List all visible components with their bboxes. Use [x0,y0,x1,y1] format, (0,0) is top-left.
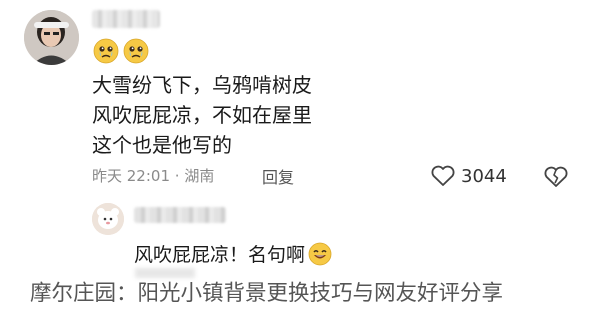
comment-meta: 昨天 22:01 · 湖南 [92,165,214,186]
reply-content: 风吹屁屁凉！名句啊 [134,244,306,266]
grinning-emoji-icon [308,242,332,265]
comment-line: 大雪纷飞下，乌鸦啃树皮 [92,73,312,97]
reply-text: 风吹屁屁凉！名句啊 [134,240,332,267]
commenter-avatar-image [24,10,79,65]
replier-avatar-image [92,203,124,235]
comment-line: 这个也是他写的 [92,133,232,157]
comment-line: 风吹屁屁凉，不如在屋里 [92,103,312,127]
comment-text: 大雪纷飞下，乌鸦啃树皮 风吹屁屁凉，不如在屋里 这个也是他写的 [92,70,312,160]
watermark-caption: 摩尔庄园：阳光小镇背景更换技巧与网友好评分享 [30,281,504,306]
comment-location: 湖南 [184,167,215,185]
like-count: 3044 [461,165,507,187]
reply-button[interactable]: 回复 [262,164,294,188]
username-blurred[interactable] [92,10,160,28]
commenter-avatar[interactable] [24,10,79,65]
crying-emoji-icon [93,38,119,64]
comment-timestamp: 昨天 22:01 [92,167,170,185]
replier-name-blurred[interactable] [134,207,226,223]
like-button[interactable]: 3044 [430,164,507,188]
replier-avatar[interactable] [92,203,124,235]
heart-outline-icon [431,165,455,186]
emoji-row [93,38,149,64]
meta-separator: · [174,167,180,185]
crying-emoji-icon [123,38,149,64]
broken-heart-icon[interactable] [543,165,569,189]
